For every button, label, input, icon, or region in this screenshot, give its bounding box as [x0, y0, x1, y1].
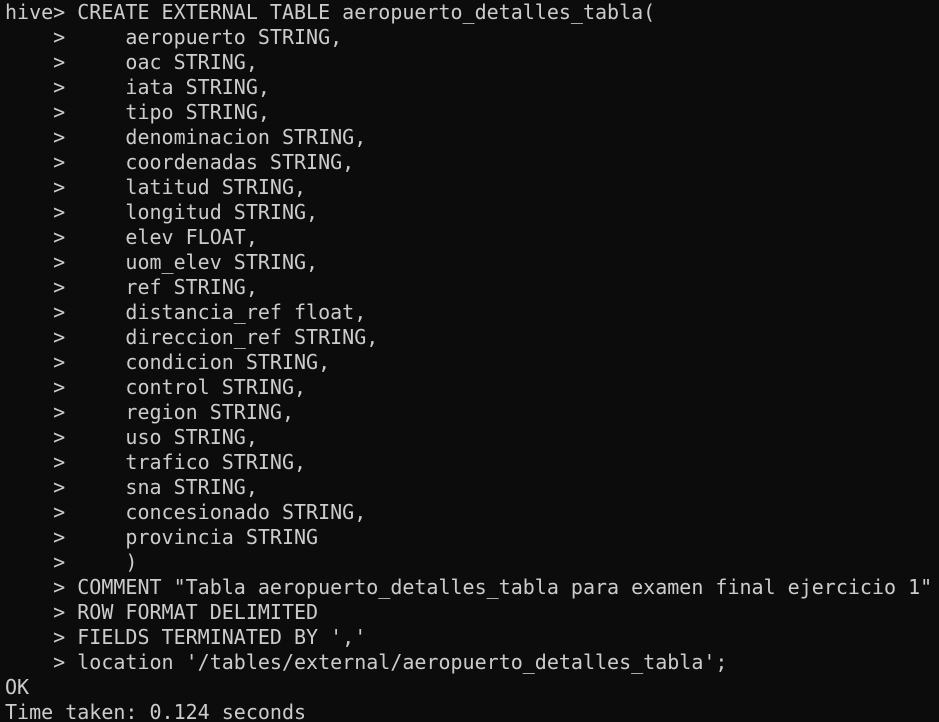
status-line: OK: [5, 675, 30, 699]
continuation-line: > coordenadas STRING,: [5, 150, 355, 174]
continuation-line: > COMMENT "Tabla aeropuerto_detalles_tab…: [5, 575, 933, 599]
continuation-line: > direccion_ref STRING,: [5, 325, 379, 349]
timing-line: Time taken: 0.124 seconds: [5, 700, 307, 722]
continuation-line: > ): [5, 550, 138, 574]
continuation-line: > region STRING,: [5, 400, 294, 424]
continuation-line: > oac STRING,: [5, 50, 258, 74]
continuation-line: > sna STRING,: [5, 475, 258, 499]
continuation-line: > FIELDS TERMINATED BY ',': [5, 625, 367, 649]
continuation-line: > elev FLOAT,: [5, 225, 258, 249]
continuation-line: > distancia_ref float,: [5, 300, 367, 324]
continuation-line: > provincia STRING: [5, 525, 319, 549]
continuation-line: > trafico STRING,: [5, 450, 307, 474]
continuation-line: > condicion STRING,: [5, 350, 331, 374]
continuation-line: > denominacion STRING,: [5, 125, 367, 149]
continuation-line: > location '/tables/external/aeropuerto_…: [5, 650, 728, 674]
continuation-line: > iata STRING,: [5, 75, 270, 99]
prompt-line: hive> CREATE EXTERNAL TABLE aeropuerto_d…: [5, 0, 656, 24]
continuation-line: > latitud STRING,: [5, 175, 307, 199]
terminal-window[interactable]: hive> CREATE EXTERNAL TABLE aeropuerto_d…: [0, 0, 939, 722]
continuation-line: > longitud STRING,: [5, 200, 319, 224]
continuation-line: > concesionado STRING,: [5, 500, 367, 524]
continuation-line: > uso STRING,: [5, 425, 258, 449]
continuation-line: > aeropuerto STRING,: [5, 25, 343, 49]
continuation-line: > uom_elev STRING,: [5, 250, 319, 274]
continuation-line: > ref STRING,: [5, 275, 258, 299]
continuation-line: > ROW FORMAT DELIMITED: [5, 600, 319, 624]
continuation-line: > control STRING,: [5, 375, 307, 399]
terminal-output: hive> CREATE EXTERNAL TABLE aeropuerto_d…: [5, 0, 939, 722]
continuation-line: > tipo STRING,: [5, 100, 270, 124]
